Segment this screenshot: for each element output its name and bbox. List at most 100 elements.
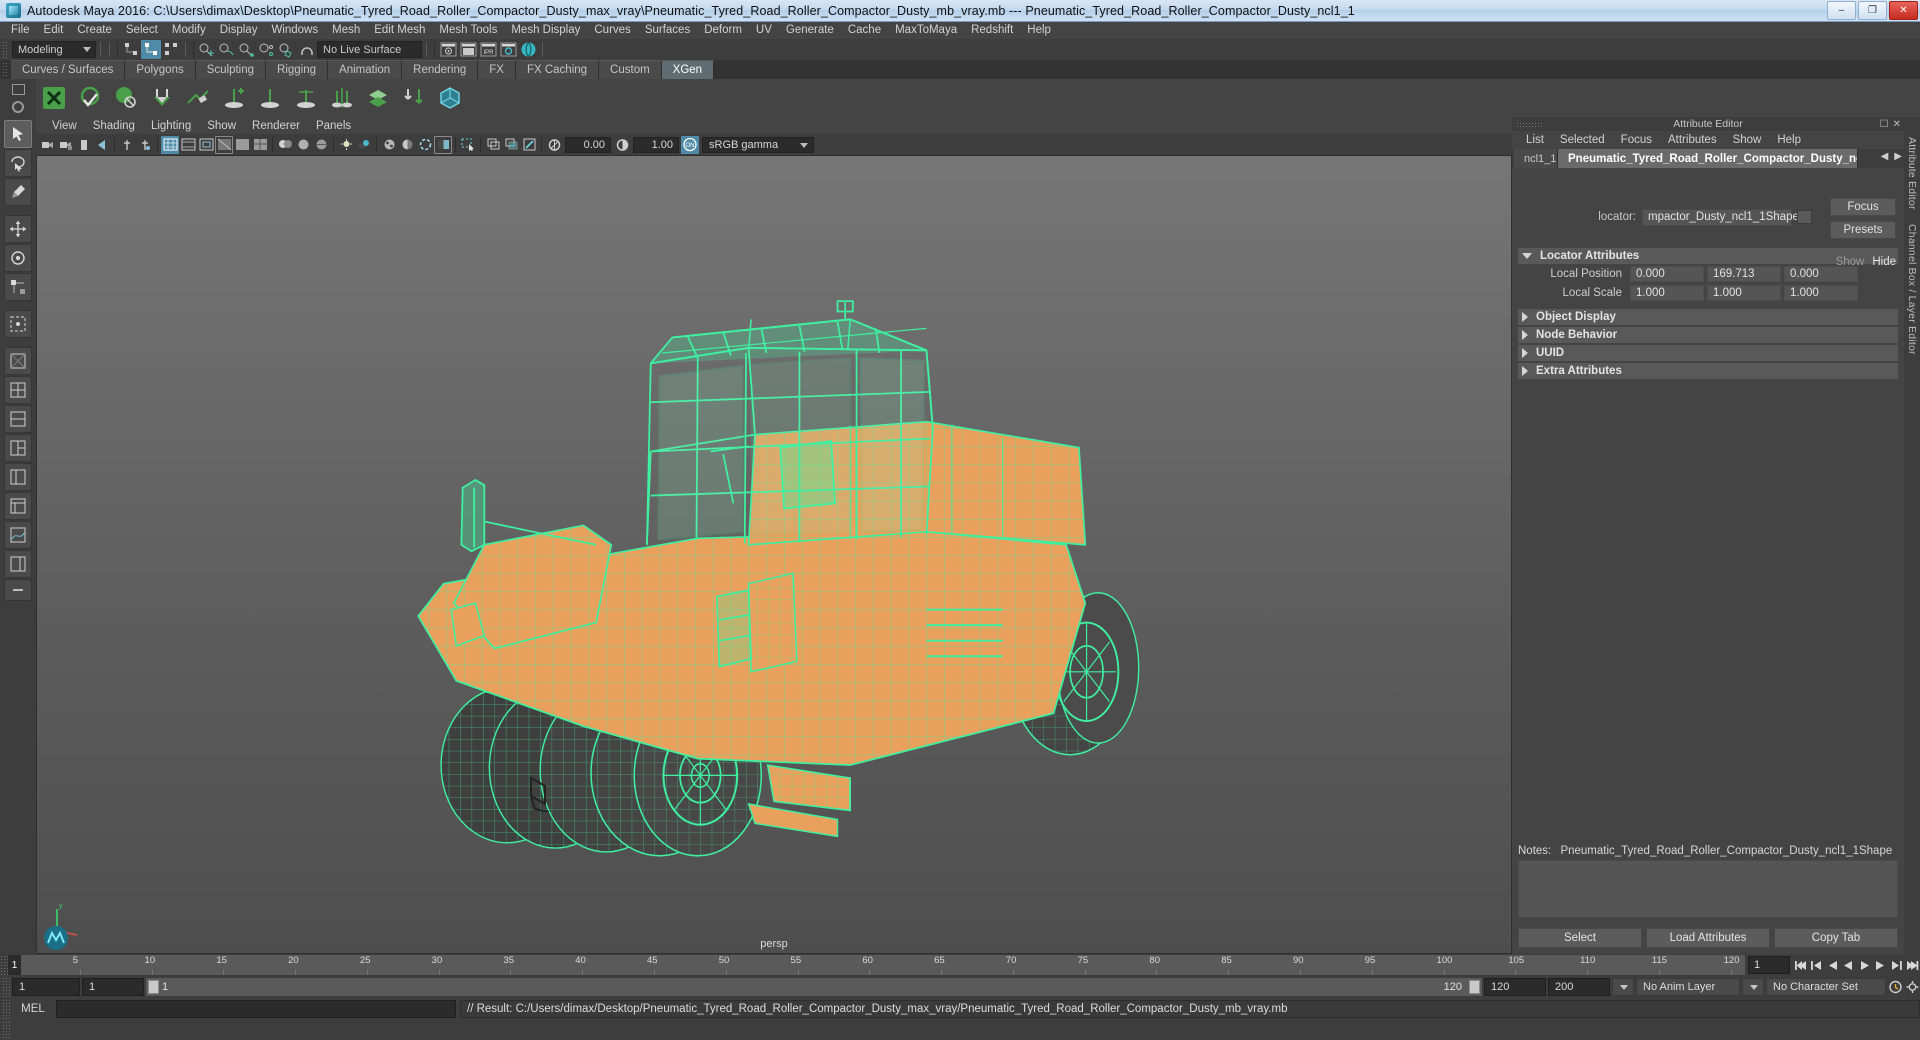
section-node-behavior[interactable]: Node Behavior bbox=[1518, 327, 1898, 343]
play-forwards-button[interactable] bbox=[1857, 956, 1872, 974]
shelf-tab-menu-icon[interactable] bbox=[11, 83, 25, 95]
paint-selection-tool-button[interactable] bbox=[4, 178, 32, 206]
toolbox-overflow-button[interactable] bbox=[4, 579, 32, 601]
menu-uv[interactable]: UV bbox=[749, 22, 779, 39]
resolution-gate-icon[interactable] bbox=[197, 136, 215, 154]
time-slider-grip[interactable] bbox=[0, 955, 8, 975]
load-attributes-button[interactable]: Load Attributes bbox=[1646, 928, 1770, 948]
menu-maxtomaya[interactable]: MaxToMaya bbox=[888, 22, 964, 39]
snap-to-curve-button[interactable] bbox=[217, 40, 237, 59]
show-manipulator-tool-button[interactable] bbox=[4, 310, 32, 338]
auto-keyframe-button[interactable] bbox=[1888, 978, 1903, 996]
shelf-item-xgen-layers[interactable] bbox=[361, 81, 395, 115]
menu-mesh[interactable]: Mesh bbox=[325, 22, 367, 39]
section-uuid[interactable]: UUID bbox=[1518, 345, 1898, 361]
shelf-tab-curves-surfaces[interactable]: Curves / Surfaces bbox=[11, 60, 126, 79]
menu-create[interactable]: Create bbox=[70, 22, 119, 39]
view-layout-two-stacked[interactable] bbox=[4, 405, 32, 433]
menu-curves[interactable]: Curves bbox=[587, 22, 637, 39]
viewport-menu-lighting[interactable]: Lighting bbox=[143, 120, 199, 132]
step-back-frame-button[interactable] bbox=[1825, 956, 1840, 974]
range-start2-field[interactable]: 1 bbox=[82, 978, 144, 996]
shelf-tab-animation[interactable]: Animation bbox=[328, 60, 403, 79]
go-to-end-button[interactable] bbox=[1905, 956, 1920, 974]
shelf-tab-rigging[interactable]: Rigging bbox=[266, 60, 329, 79]
use-all-lights-icon[interactable] bbox=[337, 136, 355, 154]
viewport-menu-panels[interactable]: Panels bbox=[308, 120, 359, 132]
exposure-icon[interactable] bbox=[545, 136, 563, 154]
rotate-tool-button[interactable] bbox=[4, 244, 32, 272]
motion-blur-icon[interactable] bbox=[398, 136, 416, 154]
make-live-button[interactable] bbox=[297, 40, 317, 59]
shelf-item-xgen-preview[interactable] bbox=[73, 81, 107, 115]
ipr-render-button[interactable]: IPR bbox=[478, 40, 498, 59]
view-layout-three-split[interactable] bbox=[4, 434, 32, 462]
statusline-grip[interactable] bbox=[2, 40, 9, 59]
ae-menu-focus[interactable]: Focus bbox=[1613, 134, 1660, 146]
panel-grip[interactable] bbox=[1516, 122, 1542, 127]
render-settings-button[interactable] bbox=[498, 40, 518, 59]
current-frame-field[interactable]: 1 bbox=[1748, 956, 1790, 974]
panel-close-icon[interactable]: ✕ bbox=[1893, 119, 1901, 130]
menu-cache[interactable]: Cache bbox=[841, 22, 888, 39]
live-surface-field[interactable]: No Live Surface bbox=[317, 41, 422, 58]
scale-tool-button[interactable] bbox=[4, 273, 32, 301]
step-back-key-button[interactable] bbox=[1809, 956, 1824, 974]
character-set-selector[interactable]: No Character Set bbox=[1766, 978, 1886, 996]
render-current-frame-button[interactable] bbox=[438, 40, 458, 59]
menuset-selector[interactable]: Modeling bbox=[12, 41, 96, 58]
view-layout-graph-editor[interactable] bbox=[4, 521, 32, 549]
vertical-tab-attribute-editor[interactable]: Attribute Editor bbox=[1906, 137, 1918, 210]
menu-redshift[interactable]: Redshift bbox=[964, 22, 1020, 39]
view-layout-hypershade[interactable] bbox=[4, 492, 32, 520]
camera-attributes-icon[interactable] bbox=[93, 136, 111, 154]
lasso-tool-button[interactable] bbox=[4, 149, 32, 177]
shelf-item-xgen-editor[interactable] bbox=[37, 81, 71, 115]
snap-to-point-button[interactable] bbox=[237, 40, 257, 59]
lock-camera-icon[interactable] bbox=[57, 136, 75, 154]
range-slider-grip[interactable] bbox=[2, 977, 10, 997]
select-object-button[interactable] bbox=[141, 40, 161, 59]
ae-tab-shape-node[interactable]: Pneumatic_Tyred_Road_Roller_Compactor_Du… bbox=[1558, 149, 1858, 168]
view-layout-outliner-persp[interactable] bbox=[4, 463, 32, 491]
menu-select[interactable]: Select bbox=[119, 22, 165, 39]
copy-tab-button[interactable]: Copy Tab bbox=[1774, 928, 1898, 948]
film-gate-icon[interactable] bbox=[179, 136, 197, 154]
playback-end-field[interactable]: 200 bbox=[1548, 978, 1610, 996]
show-label[interactable]: Show bbox=[1836, 256, 1865, 268]
local-position-x[interactable]: 0.000 bbox=[1630, 266, 1704, 282]
go-to-start-button[interactable] bbox=[1793, 956, 1808, 974]
two-d-pan-zoom-icon[interactable] bbox=[136, 136, 154, 154]
shelf-tab-custom[interactable]: Custom bbox=[599, 60, 662, 79]
select-camera-icon[interactable] bbox=[39, 136, 57, 154]
local-scale-x[interactable]: 1.000 bbox=[1630, 285, 1704, 301]
ae-menu-show[interactable]: Show bbox=[1725, 134, 1770, 146]
menu-windows[interactable]: Windows bbox=[264, 22, 325, 39]
snap-to-grid-button[interactable] bbox=[197, 40, 217, 59]
menu-edit[interactable]: Edit bbox=[37, 22, 71, 39]
menu-help[interactable]: Help bbox=[1020, 22, 1058, 39]
shelf-item-xgen-mirror[interactable] bbox=[325, 81, 359, 115]
select-component-button[interactable] bbox=[161, 40, 181, 59]
shelf-tab-sculpting[interactable]: Sculpting bbox=[195, 60, 267, 79]
shelf-item-xgen-export[interactable] bbox=[145, 81, 179, 115]
view-cube-single-perspective[interactable] bbox=[4, 347, 32, 375]
gamma-icon[interactable] bbox=[613, 136, 631, 154]
wireframe-shading-icon[interactable] bbox=[215, 135, 233, 154]
xray-joints-icon[interactable] bbox=[520, 136, 538, 154]
maximize-button[interactable]: ❐ bbox=[1858, 1, 1887, 20]
grid-display-icon[interactable] bbox=[161, 135, 179, 154]
menu-mesh-display[interactable]: Mesh Display bbox=[504, 22, 587, 39]
viewport-menu-show[interactable]: Show bbox=[199, 120, 244, 132]
bookmark-icon[interactable] bbox=[75, 136, 93, 154]
step-forward-key-button[interactable] bbox=[1889, 956, 1904, 974]
anim-layer-selector[interactable]: No Anim Layer bbox=[1636, 978, 1740, 996]
select-objects-viewport-icon[interactable] bbox=[459, 136, 477, 154]
snap-to-view-plane-button[interactable] bbox=[277, 40, 297, 59]
local-scale-y[interactable]: 1.000 bbox=[1707, 285, 1781, 301]
command-input-field[interactable] bbox=[56, 1000, 456, 1018]
multisample-aa-icon[interactable] bbox=[416, 136, 434, 154]
shelf-item-xgen-groom[interactable] bbox=[289, 81, 323, 115]
gamma-correction-icon[interactable] bbox=[434, 135, 452, 154]
select-tool-button[interactable] bbox=[4, 120, 32, 148]
